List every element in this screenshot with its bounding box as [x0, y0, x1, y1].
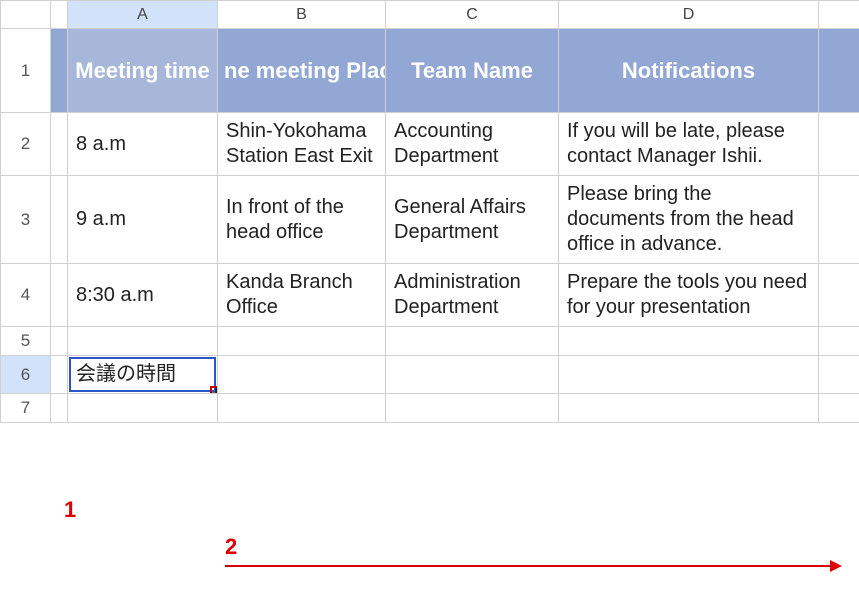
cell-A7[interactable]	[68, 394, 218, 423]
cell-C2[interactable]: Accounting Department	[386, 113, 559, 176]
cell-edge	[819, 176, 859, 264]
spreadsheet-grid[interactable]: A B C D 1 Meeting time ne meeting Plac T…	[0, 0, 859, 423]
col-edge	[51, 113, 68, 176]
cell-B2[interactable]: Shin-Yokohama Station East Exit	[218, 113, 386, 176]
header-b-text: ne meeting Plac	[224, 58, 386, 83]
row-header-2[interactable]: 2	[1, 113, 51, 176]
annotation-label-2: 2	[225, 534, 237, 560]
col-edge	[51, 356, 68, 394]
row-header-1[interactable]: 1	[1, 29, 51, 113]
table-row: 7	[1, 394, 859, 423]
row-header-7[interactable]: 7	[1, 394, 51, 423]
cell-C4[interactable]: Administration Department	[386, 264, 559, 327]
cell-A6-selected[interactable]: 会議の時間 ✚	[68, 356, 218, 394]
cell-B5[interactable]	[218, 327, 386, 356]
col-header-D[interactable]: D	[559, 1, 819, 29]
col-header-B[interactable]: B	[218, 1, 386, 29]
table-header-row: 1 Meeting time ne meeting Plac Team Name…	[1, 29, 859, 113]
corner-cell[interactable]	[1, 1, 51, 29]
row-header-4[interactable]: 4	[1, 264, 51, 327]
col-header-edge	[819, 1, 859, 29]
col-edge	[51, 264, 68, 327]
column-header-row: A B C D	[1, 1, 859, 29]
col-edge	[51, 394, 68, 423]
col-edge	[51, 327, 68, 356]
cell-A3[interactable]: 9 a.m	[68, 176, 218, 264]
header-meeting-place[interactable]: ne meeting Plac	[218, 29, 386, 113]
row-header-5[interactable]: 5	[1, 327, 51, 356]
cell-D6[interactable]	[559, 356, 819, 394]
row-header-3[interactable]: 3	[1, 176, 51, 264]
header-notifications[interactable]: Notifications	[559, 29, 819, 113]
cell-edge	[819, 264, 859, 327]
cell-B3[interactable]: In front of the head office	[218, 176, 386, 264]
cell-edge	[819, 327, 859, 356]
cell-D4[interactable]: Prepare the tools you need for your pres…	[559, 264, 819, 327]
cell-D5[interactable]	[559, 327, 819, 356]
col-header-C[interactable]: C	[386, 1, 559, 29]
table-row-active: 6 会議の時間 ✚	[1, 356, 859, 394]
cell-A5[interactable]	[68, 327, 218, 356]
cell-A2[interactable]: 8 a.m	[68, 113, 218, 176]
cell-C6[interactable]	[386, 356, 559, 394]
table-row: 5	[1, 327, 859, 356]
cell-B4[interactable]: Kanda Branch Office	[218, 264, 386, 327]
cell-D3[interactable]: Please bring the documents from the head…	[559, 176, 819, 264]
cell-edge	[819, 29, 859, 113]
cell-edge	[819, 113, 859, 176]
annotation-label-1: 1	[64, 497, 76, 523]
table-row: 4 8:30 a.m Kanda Branch Office Administr…	[1, 264, 859, 327]
cell-B7[interactable]	[218, 394, 386, 423]
header-team-name[interactable]: Team Name	[386, 29, 559, 113]
row-header-6[interactable]: 6	[1, 356, 51, 394]
col-edge	[51, 29, 68, 113]
table-row: 2 8 a.m Shin-Yokohama Station East Exit …	[1, 113, 859, 176]
annotation-arrow-line	[225, 565, 830, 567]
active-cell-text: 会議の時間	[76, 363, 176, 385]
col-edge	[51, 176, 68, 264]
cell-C3[interactable]: General Affairs Department	[386, 176, 559, 264]
annotation-arrow-head-icon	[830, 560, 842, 572]
cell-A4[interactable]: 8:30 a.m	[68, 264, 218, 327]
cell-C7[interactable]	[386, 394, 559, 423]
cell-edge	[819, 356, 859, 394]
header-meeting-time[interactable]: Meeting time	[68, 29, 218, 113]
cell-D7[interactable]	[559, 394, 819, 423]
cell-edge	[819, 394, 859, 423]
fill-handle-cross-icon[interactable]: ✚	[209, 386, 217, 394]
cell-D2[interactable]: If you will be late, please contact Mana…	[559, 113, 819, 176]
col-header-A[interactable]: A	[68, 1, 218, 29]
col-edge	[51, 1, 68, 29]
table-row: 3 9 a.m In front of the head office Gene…	[1, 176, 859, 264]
cell-C5[interactable]	[386, 327, 559, 356]
cell-B6[interactable]	[218, 356, 386, 394]
